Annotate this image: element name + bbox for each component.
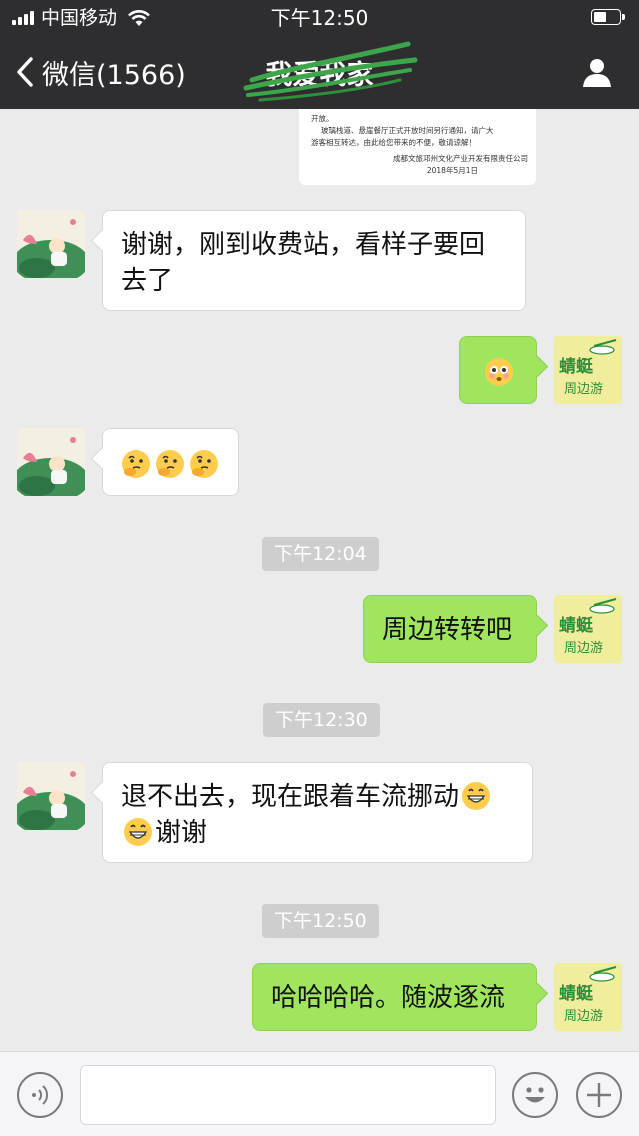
notice-line: 开放。	[311, 114, 334, 123]
message-bubble[interactable]: 周边转转吧	[363, 595, 537, 663]
avatar-text: 蜻蜓	[559, 615, 594, 636]
emoji-group	[119, 450, 221, 480]
emoji-button[interactable]	[512, 1072, 558, 1118]
notice-line: 游客相互转达，由此给您带来的不便，敬请谅解！	[311, 138, 476, 147]
contact-avatar[interactable]	[17, 428, 85, 496]
message-text: 退不出去，现在跟着车流挪动	[121, 782, 460, 812]
thinking-face-emoji	[122, 450, 150, 478]
chat-title: 我爱我家	[265, 60, 374, 91]
chat-area: 开放。 玻璃栈道、悬崖餐厅正式开放时间另行通知，请广大 游客相互转达，由此给您带…	[0, 109, 639, 1051]
notice-line: 成都文旅邛州文化产业开发有限责任公司	[393, 154, 528, 163]
message-text: 谢谢	[155, 818, 208, 848]
avatar-text: 周边游	[564, 382, 603, 397]
timestamp: 下午12:30	[263, 703, 380, 737]
contact-avatar[interactable]	[17, 762, 85, 830]
message-bubble[interactable]	[102, 428, 239, 496]
message-text: 哈哈哈哈。随波逐流	[271, 983, 506, 1013]
avatar-text: 蜻蜓	[559, 356, 594, 377]
timestamp: 下午12:50	[262, 904, 379, 938]
more-button[interactable]	[576, 1072, 622, 1118]
notice-line: 玻璃栈道、悬崖餐厅正式开放时间另行通知，请广大	[321, 126, 494, 135]
voice-button[interactable]	[17, 1072, 63, 1118]
contact-avatar[interactable]	[17, 210, 85, 278]
smiley-icon	[525, 1087, 545, 1103]
avatar-text: 周边游	[564, 641, 603, 656]
timestamp: 下午12:04	[262, 537, 379, 571]
message-bubble[interactable]: 哈哈哈哈。随波逐流	[252, 963, 537, 1031]
message-text: 周边转转吧	[382, 615, 513, 645]
avatar-text: 蜻蜓	[559, 983, 594, 1004]
battery-icon	[591, 9, 625, 25]
self-avatar[interactable]: 蜻蜓 周边游	[554, 963, 622, 1031]
voice-icon	[32, 1085, 49, 1105]
status-time: 下午12:50	[270, 6, 369, 30]
message-bubble[interactable]: 谢谢，刚到收费站，看样子要回去了	[102, 210, 526, 311]
thinking-face-emoji	[190, 450, 218, 478]
avatar-text: 周边游	[564, 1009, 603, 1024]
message-bubble[interactable]	[459, 336, 537, 404]
status-bar: 中国移动 下午12:50	[0, 0, 639, 36]
input-bar	[0, 1051, 639, 1136]
flushed-face-emoji	[485, 358, 513, 386]
plus-icon	[587, 1083, 611, 1107]
message-input[interactable]	[80, 1065, 496, 1125]
grinning-face-emoji	[124, 818, 152, 846]
notice-line: 2018年5月1日	[426, 166, 478, 175]
notice-image[interactable]: 开放。 玻璃栈道、悬崖餐厅正式开放时间另行通知，请广大 游客相互转达，由此给您带…	[299, 109, 536, 185]
thinking-face-emoji	[156, 450, 184, 478]
chat-header: 微信(1566) 我爱我家	[0, 36, 639, 109]
message-bubble[interactable]: 退不出去，现在跟着车流挪动 谢谢	[102, 762, 533, 863]
self-avatar[interactable]: 蜻蜓 周边游	[554, 336, 622, 404]
message-text: 谢谢，刚到收费站，看样子要回去了	[121, 230, 486, 296]
self-avatar[interactable]: 蜻蜓 周边游	[554, 595, 622, 663]
grinning-face-emoji	[462, 782, 491, 810]
person-icon[interactable]	[581, 56, 613, 88]
